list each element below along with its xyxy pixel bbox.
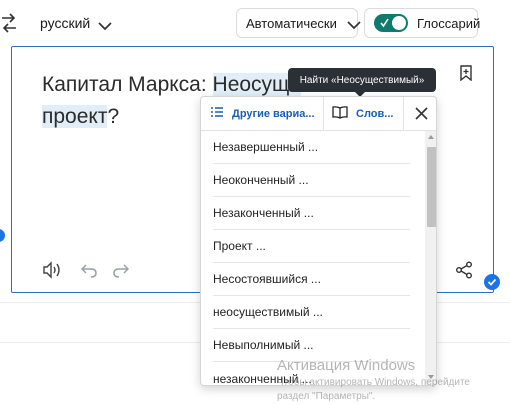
popup-tabs: Другие вариа... Слов... bbox=[201, 97, 436, 131]
popup-scrollbar[interactable] bbox=[425, 131, 436, 385]
redo-icon[interactable] bbox=[112, 262, 130, 278]
book-icon bbox=[332, 105, 348, 122]
text-highlighted-word-2[interactable]: проект bbox=[42, 105, 108, 128]
glossary-toggle-button[interactable]: Глоссарий bbox=[364, 8, 481, 38]
text-question-mark: ? bbox=[107, 105, 120, 128]
glossary-label: Глоссарий bbox=[417, 15, 481, 31]
alternatives-list: Незавершенный ... Неоконченный ... Незак… bbox=[201, 131, 425, 385]
windows-activation-line2: раздел "Параметры". bbox=[277, 391, 376, 402]
check-icon bbox=[380, 17, 389, 29]
list-item[interactable]: Несостоявшийся ... bbox=[213, 263, 410, 296]
formality-label: Автоматически bbox=[246, 15, 337, 31]
alternatives-popup: Другие вариа... Слов... Незавершенный ..… bbox=[200, 96, 437, 386]
tab-alternatives[interactable]: Другие вариа... bbox=[201, 97, 323, 130]
glossary-toggle[interactable] bbox=[374, 14, 408, 32]
dictionary-tooltip: Найти «Неосуществимый» bbox=[288, 68, 436, 92]
text-plain: Капитал Маркса: bbox=[42, 73, 213, 96]
chevron-down-icon bbox=[98, 18, 112, 31]
toggle-knob bbox=[392, 16, 406, 30]
list-icon bbox=[210, 106, 224, 121]
edge-handle[interactable] bbox=[0, 229, 5, 242]
bookmark-icon[interactable] bbox=[459, 65, 473, 82]
tab-dictionary-label: Слов... bbox=[356, 107, 394, 120]
list-item[interactable]: Проект ... bbox=[213, 230, 410, 263]
swap-languages-icon[interactable] bbox=[0, 10, 20, 36]
speaker-icon[interactable] bbox=[42, 261, 62, 279]
check-icon bbox=[484, 274, 500, 290]
list-item[interactable]: Незавершенный ... bbox=[213, 131, 410, 164]
scroll-up-arrow[interactable] bbox=[428, 135, 434, 139]
target-language-label: русский bbox=[40, 15, 91, 31]
close-icon[interactable] bbox=[403, 97, 436, 130]
scroll-thumb[interactable] bbox=[427, 147, 436, 227]
list-item[interactable]: Незаконченный ... bbox=[213, 197, 410, 230]
list-item[interactable]: Неоконченный ... bbox=[213, 164, 410, 197]
tab-alternatives-label: Другие вариа... bbox=[232, 107, 315, 120]
tab-dictionary[interactable]: Слов... bbox=[323, 97, 403, 130]
share-icon[interactable] bbox=[455, 261, 473, 279]
list-item[interactable]: неосуществимый ... bbox=[213, 296, 410, 329]
formality-select[interactable]: Автоматически bbox=[236, 8, 361, 38]
chevron-down-icon bbox=[347, 18, 361, 30]
windows-activation-line1: Чтобы активировать Windows, перейдите bbox=[277, 377, 470, 388]
undo-icon[interactable] bbox=[80, 262, 98, 278]
windows-activation-title: Активация Windows bbox=[277, 357, 416, 374]
translator-app: русский Автоматически Глоссарий Капитал … bbox=[0, 0, 510, 404]
target-language-select[interactable]: русский bbox=[40, 12, 112, 34]
